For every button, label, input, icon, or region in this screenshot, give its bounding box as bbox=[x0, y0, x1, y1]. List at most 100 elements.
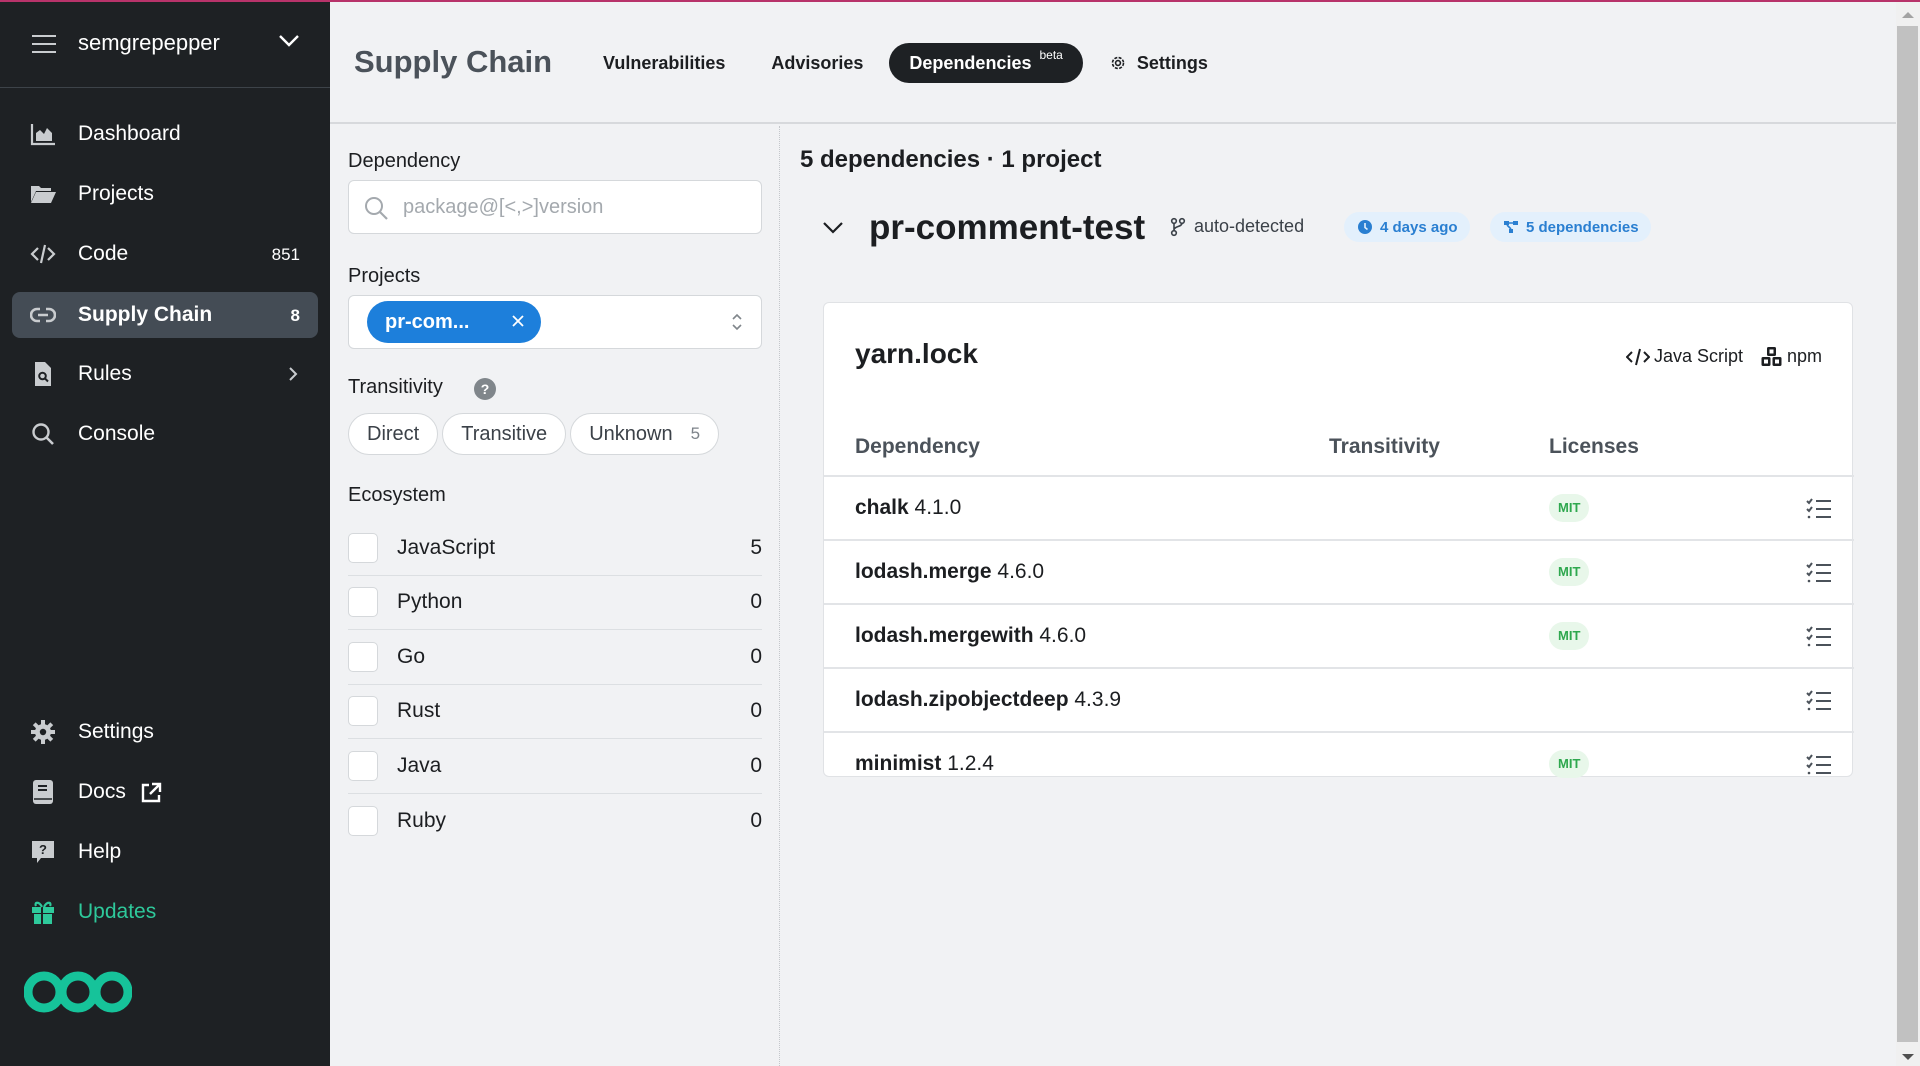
cubes-icon bbox=[1761, 346, 1782, 366]
sidebar-item-label: Updates bbox=[78, 900, 157, 923]
results-summary: 5 dependencies · 1 project bbox=[800, 146, 1102, 173]
option-count: 5 bbox=[690, 424, 701, 443]
table-row[interactable]: lodash.merge 4.6.0 MIT bbox=[824, 541, 1854, 605]
chevron-up-down-icon[interactable] bbox=[731, 312, 743, 332]
transitivity-options: Direct Transitive Unknown 5 bbox=[348, 413, 723, 455]
ecosystem-row-ruby[interactable]: Ruby 0 bbox=[348, 794, 762, 849]
ecosystem-row-java[interactable]: Java 0 bbox=[348, 739, 762, 794]
transitivity-direct-button[interactable]: Direct bbox=[348, 413, 439, 455]
dependency-cell: chalk 4.1.0 bbox=[855, 496, 961, 520]
close-icon[interactable] bbox=[511, 314, 525, 328]
beta-badge: beta bbox=[1039, 48, 1063, 62]
sidebar-item-label: Rules bbox=[78, 362, 132, 385]
project-name[interactable]: pr-comment-test bbox=[869, 208, 1145, 248]
sidebar-item-code[interactable]: Code 851 bbox=[12, 231, 318, 277]
dependencies-main: 5 dependencies · 1 project pr-comment-te… bbox=[782, 126, 1896, 1066]
tab-label: Vulnerabilities bbox=[603, 52, 726, 73]
checkbox[interactable] bbox=[348, 805, 378, 836]
dependency-search[interactable] bbox=[348, 180, 762, 234]
transitivity-transitive-button[interactable]: Transitive bbox=[442, 413, 567, 455]
scroll-down-arrow-icon[interactable] bbox=[1902, 1054, 1914, 1060]
dependency-version: 4.3.9 bbox=[1074, 688, 1122, 711]
chevron-down-icon[interactable] bbox=[278, 34, 300, 48]
checkbox[interactable] bbox=[348, 750, 378, 781]
page-scrollbar[interactable] bbox=[1896, 2, 1920, 1066]
dependency-name[interactable]: minimist bbox=[855, 752, 941, 775]
checklist-icon[interactable] bbox=[1806, 625, 1832, 649]
lockfile-card: yarn.lock Java Script npm Dependency Tra… bbox=[823, 302, 1854, 778]
gear-icon bbox=[1111, 56, 1125, 70]
dependency-count-badge[interactable]: 5 dependencies bbox=[1490, 212, 1651, 242]
ecosystem-name: JavaScript bbox=[397, 535, 496, 559]
checkbox[interactable] bbox=[348, 587, 378, 618]
language-tag: Java Script bbox=[1625, 346, 1743, 367]
tab-settings[interactable]: Settings bbox=[1089, 43, 1228, 83]
tab-label: Settings bbox=[1136, 52, 1208, 73]
checklist-icon[interactable] bbox=[1806, 753, 1832, 777]
table-row[interactable]: minimist 1.2.4 MIT bbox=[824, 733, 1854, 797]
sidebar-item-projects[interactable]: Projects bbox=[12, 171, 318, 217]
scrollbar-thumb[interactable] bbox=[1897, 26, 1918, 1042]
checklist-icon[interactable] bbox=[1806, 497, 1832, 521]
ecosystem-row-go[interactable]: Go 0 bbox=[348, 630, 762, 685]
transitivity-unknown-button[interactable]: Unknown 5 bbox=[570, 413, 720, 455]
sidebar-item-docs[interactable]: Docs bbox=[12, 769, 318, 815]
sidebar-item-help[interactable]: ? Help bbox=[12, 829, 318, 875]
language-label: Java Script bbox=[1653, 346, 1743, 366]
dependency-name[interactable]: lodash.mergewith bbox=[855, 624, 1034, 647]
table-row[interactable]: chalk 4.1.0 MIT bbox=[824, 477, 1854, 541]
sidebar-item-supply-chain[interactable]: Supply Chain 8 bbox=[12, 292, 318, 338]
column-header-licenses[interactable]: Licenses bbox=[1549, 435, 1639, 459]
dependency-name[interactable]: chalk bbox=[855, 496, 909, 519]
semgrep-logo[interactable] bbox=[24, 970, 132, 1014]
checkbox[interactable] bbox=[348, 532, 378, 563]
sidebar-item-console[interactable]: Console bbox=[12, 411, 318, 457]
help-circle-icon[interactable]: ? bbox=[474, 378, 496, 400]
license-badge: MIT bbox=[1549, 622, 1590, 650]
tab-label: Dependencies bbox=[909, 52, 1032, 73]
column-header-transitivity[interactable]: Transitivity bbox=[1329, 435, 1440, 459]
dependency-name[interactable]: lodash.zipobjectdeep bbox=[855, 688, 1069, 711]
option-label: Unknown bbox=[589, 422, 673, 445]
selected-project-chip[interactable]: pr-com... bbox=[367, 301, 541, 343]
sidebar-item-label: Help bbox=[78, 840, 122, 863]
sidebar-item-label: Console bbox=[78, 422, 156, 445]
table-row[interactable]: lodash.mergewith 4.6.0 MIT bbox=[824, 605, 1854, 669]
sidebar-item-label: Projects bbox=[78, 182, 154, 205]
dependency-table-body: chalk 4.1.0 MIT lodash.merge 4.6.0 MIT l… bbox=[824, 477, 1854, 797]
ecosystem-row-javascript[interactable]: JavaScript 5 bbox=[348, 521, 762, 576]
scroll-up-arrow-icon[interactable] bbox=[1902, 12, 1914, 18]
dependency-cell: lodash.mergewith 4.6.0 bbox=[855, 624, 1086, 648]
dependency-search-input[interactable] bbox=[403, 191, 743, 223]
gear-icon bbox=[31, 720, 55, 744]
checkbox[interactable] bbox=[348, 696, 378, 727]
tab-advisories[interactable]: Advisories bbox=[751, 43, 883, 83]
sidebar-item-dashboard[interactable]: Dashboard bbox=[12, 111, 318, 157]
projects-select[interactable]: pr-com... bbox=[348, 295, 762, 349]
chart-area-icon bbox=[30, 124, 55, 146]
ecosystem-row-python[interactable]: Python 0 bbox=[348, 576, 762, 630]
tab-dependencies[interactable]: Dependencies beta bbox=[889, 43, 1083, 83]
tab-vulnerabilities[interactable]: Vulnerabilities bbox=[583, 43, 745, 83]
org-switcher[interactable]: semgrepepper bbox=[0, 0, 330, 88]
sidebar-item-updates[interactable]: Updates bbox=[12, 889, 318, 935]
ecosystem-row-rust[interactable]: Rust 0 bbox=[348, 685, 762, 739]
chevron-down-icon[interactable] bbox=[822, 221, 844, 235]
sidebar-item-settings[interactable]: Settings bbox=[12, 709, 318, 755]
chevron-right-icon[interactable] bbox=[288, 366, 298, 382]
checkbox[interactable] bbox=[348, 641, 378, 672]
sidebar-item-rules[interactable]: Rules bbox=[12, 351, 318, 397]
ecosystem-name: Ruby bbox=[397, 808, 447, 832]
checklist-icon[interactable] bbox=[1806, 689, 1832, 713]
dependency-name[interactable]: lodash.merge bbox=[855, 560, 992, 583]
table-row[interactable]: lodash.zipobjectdeep 4.3.9 bbox=[824, 669, 1854, 733]
lockfile-tags: Java Script npm bbox=[1608, 346, 1822, 367]
hamburger-menu-icon[interactable] bbox=[32, 35, 56, 53]
project-branch: auto-detected bbox=[1170, 216, 1304, 237]
dependency-cell: lodash.zipobjectdeep 4.3.9 bbox=[855, 688, 1121, 712]
ecosystem-name: Java bbox=[397, 753, 442, 777]
projects-filter-label: Projects bbox=[348, 265, 421, 287]
column-header-dependency[interactable]: Dependency bbox=[855, 435, 980, 459]
checklist-icon[interactable] bbox=[1806, 561, 1832, 585]
ecosystem-count: 0 bbox=[750, 808, 762, 832]
